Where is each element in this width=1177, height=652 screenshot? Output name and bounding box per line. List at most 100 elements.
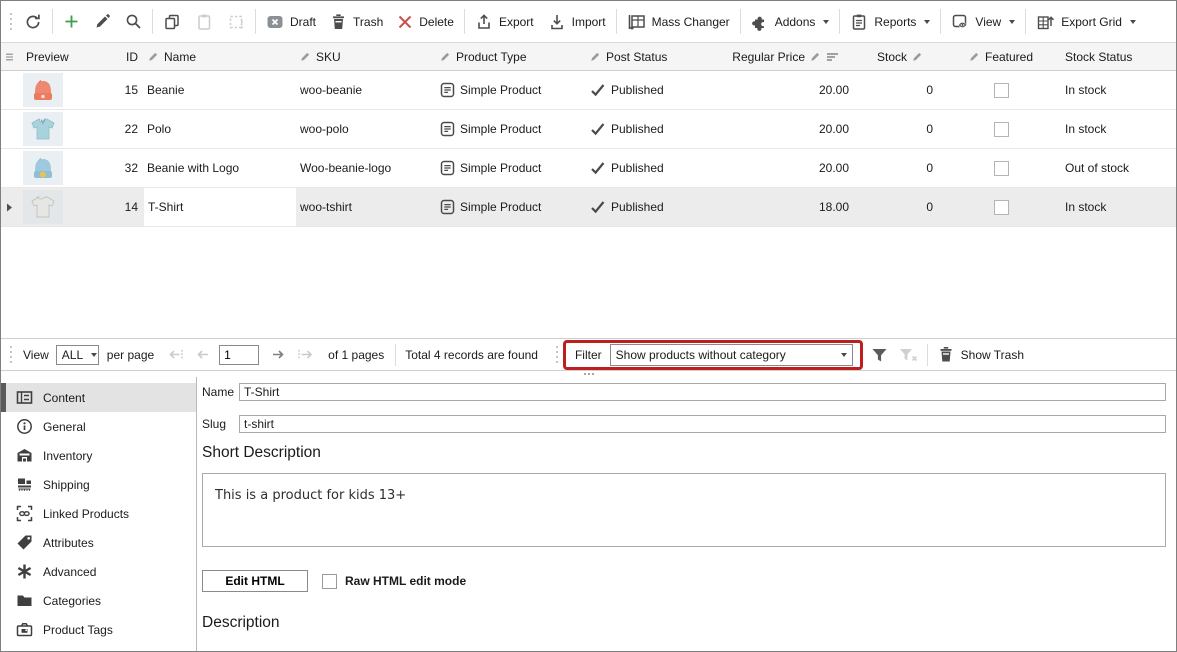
featured-checkbox[interactable] [994,161,1009,176]
column-header-post-status[interactable]: Post Status [586,43,721,70]
content-form: Name Slug Short Description This is a pr… [197,377,1176,651]
cell-name[interactable]: Polo [144,110,296,148]
sidebar-item-attributes[interactable]: Attributes [1,528,196,557]
cell-regular-price[interactable]: 18.00 [721,188,857,226]
cell-regular-price[interactable]: 20.00 [721,71,857,109]
cell-post-status[interactable]: Published [586,149,721,187]
toolbar-separator [52,9,53,34]
view-button[interactable]: View [944,7,1022,37]
table-row[interactable]: 22 Polo woo-polo Simple Product Publishe… [1,110,1176,149]
cell-post-status[interactable]: Published [586,110,721,148]
paste-special-button[interactable] [220,7,252,37]
edit-pencil-icon [969,51,980,62]
cell-stock[interactable]: 0 [857,110,941,148]
cell-name-editing[interactable]: T-Shirt [144,188,296,226]
cell-sku[interactable]: Woo-beanie-logo [296,149,436,187]
sidebar-item-inventory[interactable]: Inventory [1,441,196,470]
product-thumbnail [23,190,63,224]
table-row[interactable]: 15 Beanie woo-beanie Simple Product Publ… [1,71,1176,110]
add-button[interactable] [56,7,87,37]
addons-button[interactable]: Addons [744,7,837,37]
cell-stock[interactable]: 0 [857,188,941,226]
cell-post-status[interactable]: Published [586,71,721,109]
column-header-stock[interactable]: Stock [857,43,941,70]
column-header-sku[interactable]: SKU [296,43,436,70]
table-row-selected[interactable]: 14 T-Shirt woo-tshirt Simple Product Pub… [1,188,1176,227]
per-page-select[interactable]: ALL [56,345,99,365]
cell-product-type[interactable]: Simple Product [436,71,586,109]
featured-checkbox[interactable] [994,83,1009,98]
cell-sku[interactable]: woo-tshirt [296,188,436,226]
column-header-stock-status[interactable]: Stock Status [1061,43,1176,70]
edit-html-button[interactable]: Edit HTML [202,570,308,592]
filter-select[interactable]: Show products without category [610,344,853,366]
clear-filter-button[interactable] [899,347,918,363]
sidebar-item-linked-products[interactable]: Linked Products [1,499,196,528]
paste-button[interactable] [188,7,220,37]
draft-button[interactable]: Draft [259,7,323,37]
sidebar-item-content[interactable]: Content [1,383,196,412]
previous-page-button[interactable] [195,347,210,362]
reports-button[interactable]: Reports [843,7,937,37]
sidebar-item-general[interactable]: General [1,412,196,441]
column-header-name[interactable]: Name [144,43,296,70]
featured-checkbox[interactable] [994,200,1009,215]
column-header-preview[interactable]: Preview [18,43,106,70]
pagination-drag-handle-icon[interactable] [7,344,15,366]
sidebar-item-advanced[interactable]: Advanced [1,557,196,586]
refresh-button[interactable] [17,7,49,37]
export-button[interactable]: Export [468,7,541,37]
search-button[interactable] [118,7,149,37]
toolbar-separator [839,9,840,34]
sidebar-item-product-tags[interactable]: Product Tags [1,615,196,644]
last-page-button[interactable] [296,347,313,362]
cell-sku[interactable]: woo-polo [296,110,436,148]
view-icon [951,13,969,31]
raw-html-checkbox[interactable] [322,574,337,589]
column-header-regular-price[interactable]: Regular Price [721,43,857,70]
cell-regular-price[interactable]: 20.00 [721,110,857,148]
edit-button[interactable] [87,7,118,37]
sidebar-item-categories[interactable]: Categories [1,586,196,615]
show-trash-button[interactable]: Show Trash [938,346,1024,363]
cell-regular-price[interactable]: 20.00 [721,149,857,187]
page-number-input[interactable] [219,345,259,365]
slug-field[interactable] [239,415,1166,433]
apply-filter-button[interactable] [871,347,888,363]
name-field[interactable] [239,383,1166,401]
cell-product-type[interactable]: Simple Product [436,149,586,187]
first-page-button[interactable] [168,347,185,362]
column-header-product-type[interactable]: Product Type [436,43,586,70]
folder-icon [16,592,33,609]
cell-product-type[interactable]: Simple Product [436,188,586,226]
cell-product-type[interactable]: Simple Product [436,110,586,148]
import-button[interactable]: Import [541,7,613,37]
import-icon [548,13,566,31]
mass-changer-button[interactable]: Mass Changer [620,7,737,37]
cell-post-status[interactable]: Published [586,188,721,226]
column-header-featured[interactable]: Featured [941,43,1061,70]
cell-stock[interactable]: 0 [857,71,941,109]
pagination-bar: View ALL per page of 1 pages Total 4 rec… [1,338,1176,371]
export-grid-button[interactable]: Export Grid [1029,7,1143,37]
cell-name[interactable]: Beanie with Logo [144,149,296,187]
column-header-id[interactable]: ID [106,43,144,70]
toolbar-separator [1025,9,1026,34]
delete-button[interactable]: Delete [390,7,461,37]
export-grid-label: Export Grid [1061,15,1122,29]
trash-button[interactable]: Trash [323,7,390,37]
grid-corner-menu-icon[interactable] [1,43,18,70]
sidebar-item-shipping[interactable]: Shipping [1,470,196,499]
toolbar-drag-handle-icon[interactable] [7,11,15,33]
cell-sku[interactable]: woo-beanie [296,71,436,109]
featured-checkbox[interactable] [994,122,1009,137]
trash-label: Trash [353,15,383,29]
cell-stock[interactable]: 0 [857,149,941,187]
next-page-button[interactable] [271,347,286,362]
table-row[interactable]: 32 Beanie with Logo Woo-beanie-logo Simp… [1,149,1176,188]
filter-drag-handle-icon[interactable] [553,344,561,366]
total-records-label: Total 4 records are found [405,348,538,362]
short-description-editor[interactable]: This is a product for kids 13+ [202,473,1166,547]
cell-name[interactable]: Beanie [144,71,296,109]
copy-button[interactable] [156,7,188,37]
